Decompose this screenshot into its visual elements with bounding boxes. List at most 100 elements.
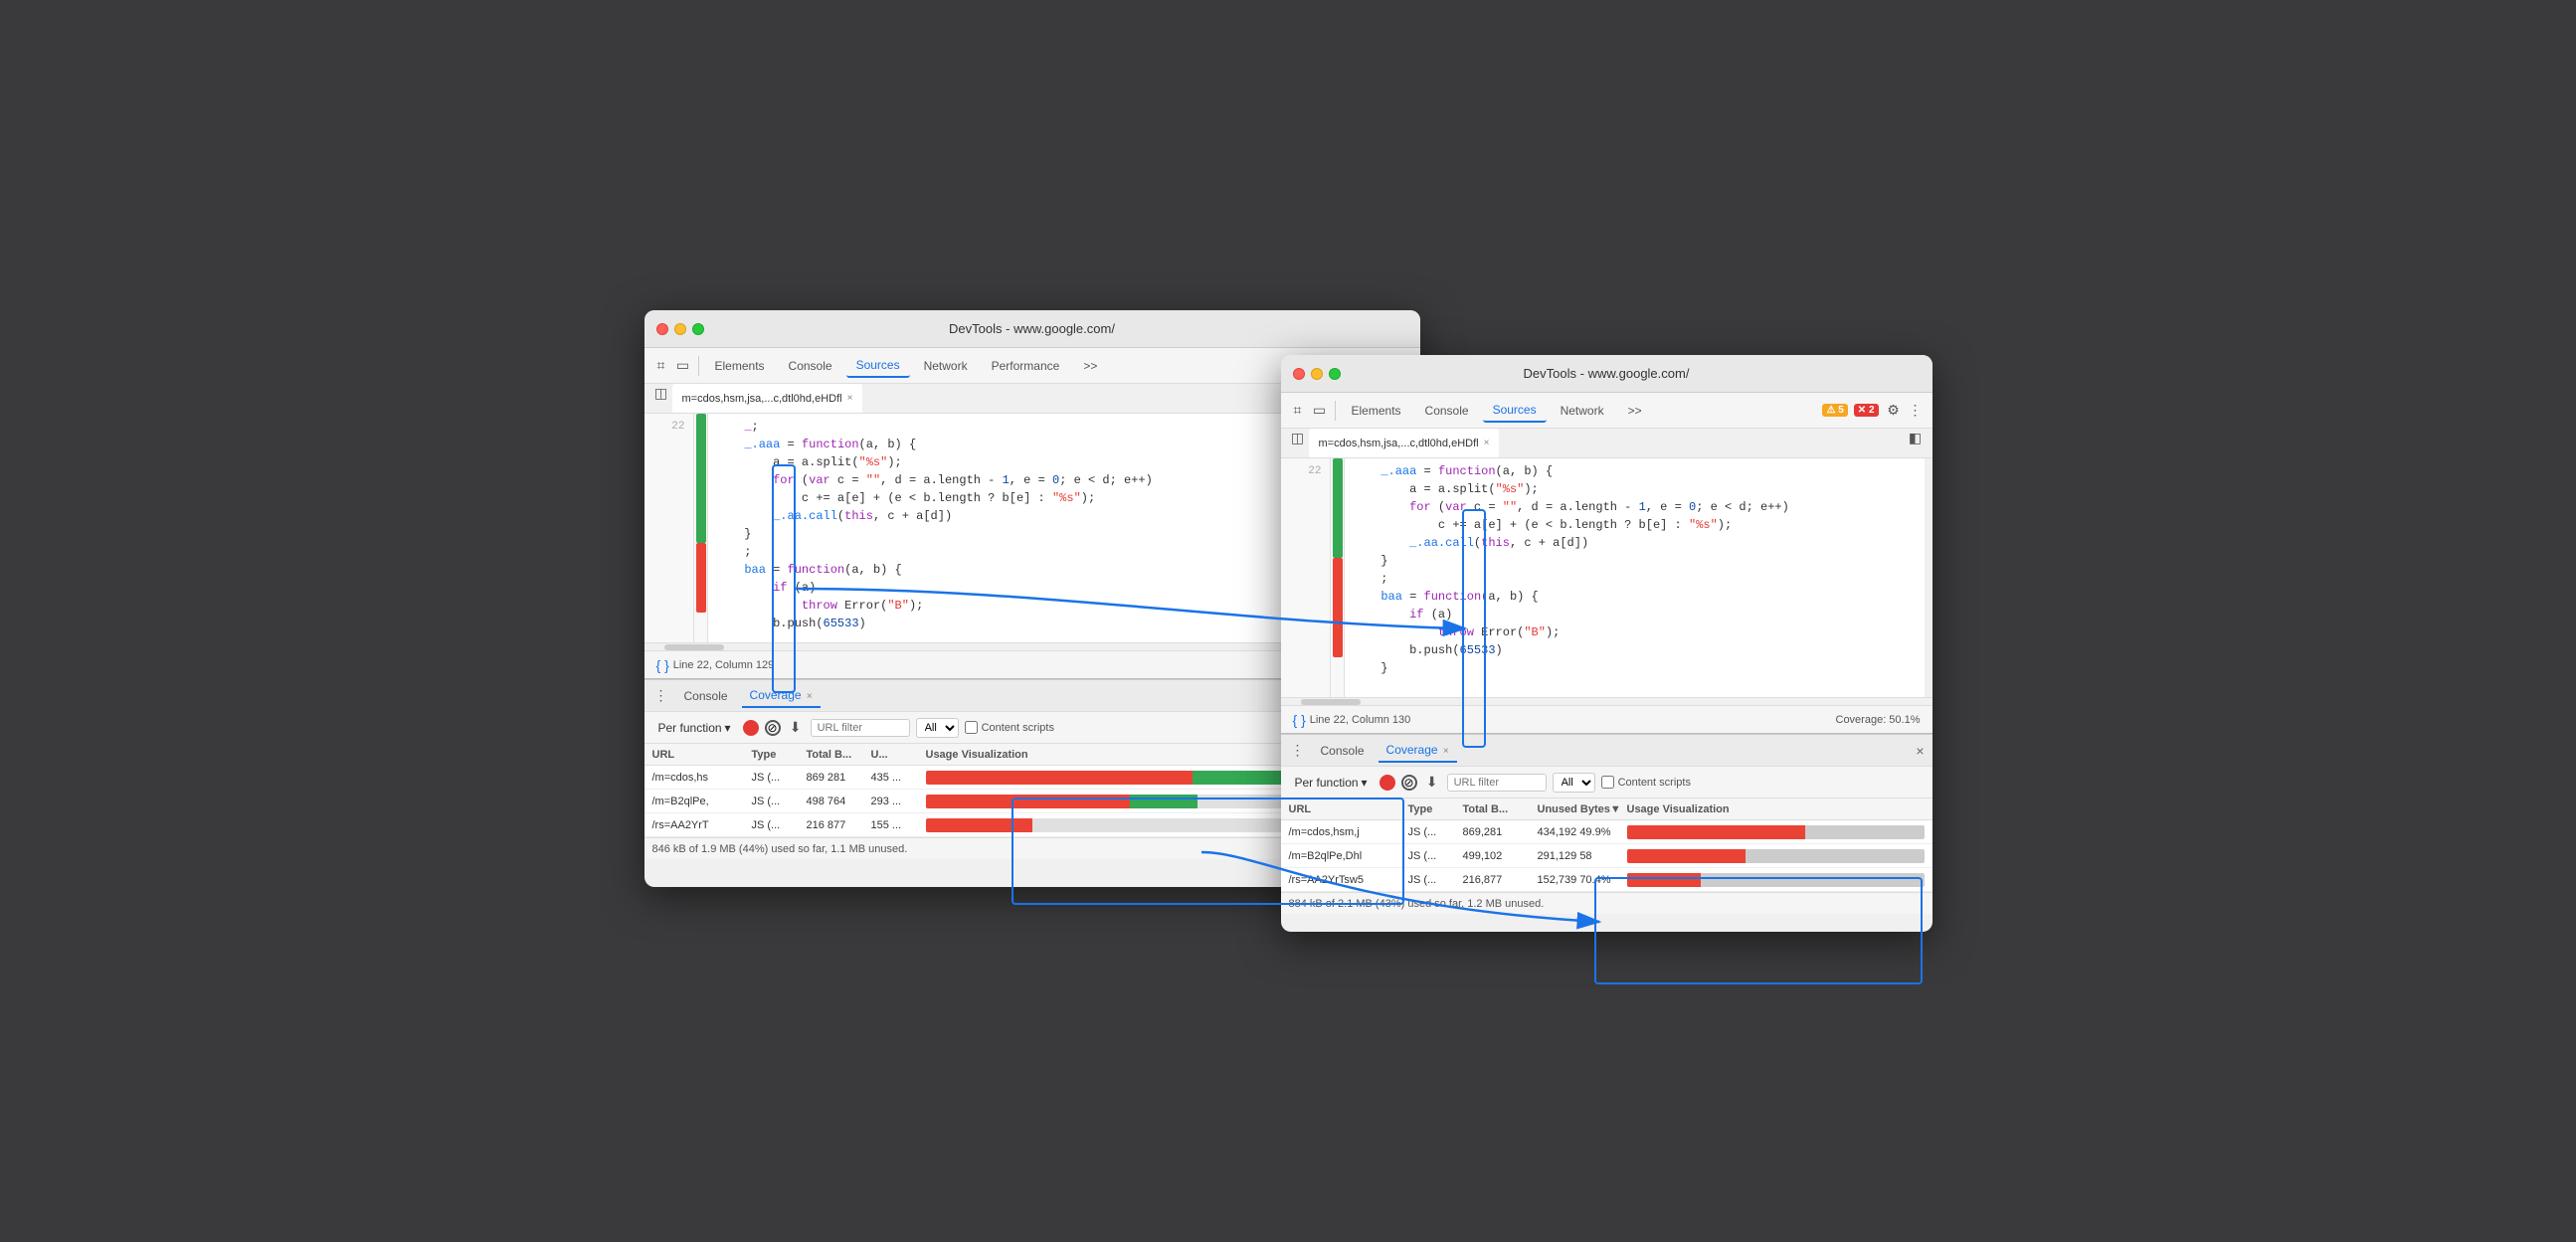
footer-status-right: 884 kB of 2.1 MB (43%) used so far, 1.2 … [1281, 892, 1932, 914]
line-num-blank8 [644, 561, 693, 579]
editor-scrollbar-right[interactable] [1281, 697, 1932, 705]
content-scripts-checkbox-right[interactable] [1601, 776, 1614, 789]
file-tab-close-right[interactable]: × [1484, 438, 1490, 448]
code-editor-right[interactable]: _.aaa = function(a, b) { a = a.split("%s… [1345, 458, 1925, 697]
panel-tab-coverage-right[interactable]: Coverage × [1379, 739, 1457, 763]
row2-total: 498 764 [807, 796, 871, 807]
row2-unused: 293 ... [871, 796, 926, 807]
line-num-blank10 [644, 597, 693, 615]
content-scripts-checkbox[interactable] [965, 721, 978, 734]
table-row-r1[interactable]: /m=cdos,hsm,j JS (... 869,281 434,192 49… [1281, 820, 1932, 844]
tab-network[interactable]: Network [914, 355, 978, 377]
record-button[interactable] [743, 720, 759, 736]
vertical-scrollbar-right[interactable] [1925, 458, 1932, 697]
sidebar-collapse-right[interactable]: ◧ [1907, 429, 1925, 446]
tab-console[interactable]: Console [779, 355, 842, 377]
close-button-right[interactable] [1293, 368, 1305, 380]
panel-close-button-right[interactable]: × [1916, 743, 1924, 759]
tab-console-right[interactable]: Console [1415, 400, 1479, 422]
row1-green [1193, 771, 1290, 785]
inspect-icon-right[interactable]: ⌗ [1289, 402, 1307, 420]
panel-menu-icon[interactable]: ⋮ [652, 687, 670, 705]
r2-total: 499,102 [1463, 850, 1538, 862]
url-filter-input[interactable] [811, 719, 910, 737]
all-select[interactable]: All [916, 718, 959, 738]
maximize-button-left[interactable] [692, 323, 704, 335]
bracket-icon-right: { } [1293, 712, 1306, 728]
inspect-icon[interactable]: ⌗ [652, 357, 670, 375]
col-type-r: Type [1408, 803, 1463, 815]
line-num-22-right: 22 [1281, 462, 1330, 480]
tab-sources[interactable]: Sources [846, 354, 910, 378]
clear-button-right[interactable]: ⊘ [1401, 775, 1417, 791]
tab-more-right[interactable]: >> [1618, 400, 1652, 422]
download-icon-right[interactable]: ⬇ [1423, 774, 1441, 792]
footer-text-left: 846 kB of 1.9 MB (44%) used so far, 1.1 … [652, 843, 908, 855]
file-tab-left[interactable]: m=cdos,hsm,jsa,...c,dtl0hd,eHDfl × [672, 384, 863, 413]
tab-performance[interactable]: Performance [982, 355, 1070, 377]
coverage-tab-close-right[interactable]: × [1443, 746, 1449, 757]
r3-total: 216,877 [1463, 874, 1538, 886]
titlebar-left: DevTools - www.google.com/ [644, 310, 1420, 348]
record-button-right[interactable] [1380, 775, 1395, 791]
tab-more[interactable]: >> [1073, 355, 1107, 377]
gear-icon-right[interactable]: ⚙ [1885, 402, 1903, 420]
sidebar-toggle-right[interactable]: ◫ [1289, 429, 1307, 446]
chevron-down-icon: ▾ [725, 721, 731, 735]
code-r-line-8: baa = function(a, b) { [1353, 588, 1917, 606]
minimize-button-left[interactable] [674, 323, 686, 335]
panel-tab-coverage[interactable]: Coverage × [742, 684, 821, 708]
device-icon[interactable]: ▭ [674, 357, 692, 375]
panel-menu-icon-right[interactable]: ⋮ [1289, 742, 1307, 760]
per-function-button-right[interactable]: Per function ▾ [1289, 774, 1374, 792]
file-tab-label-right: m=cdos,hsm,jsa,...c,dtl0hd,eHDfl [1319, 438, 1479, 449]
line-num-blank [644, 436, 693, 453]
line-num-blank2 [644, 453, 693, 471]
per-function-label: Per function [658, 721, 722, 735]
coverage-tab-close[interactable]: × [807, 691, 813, 702]
all-select-right[interactable]: All [1553, 773, 1595, 793]
window-title-right: DevTools - www.google.com/ [1524, 366, 1690, 381]
r3-unused: 152,739 70.4% [1538, 874, 1627, 886]
file-tabbar-right: ◫ m=cdos,hsm,jsa,...c,dtl0hd,eHDfl × ◧ [1281, 429, 1932, 458]
r1-type: JS (... [1408, 826, 1463, 838]
r1-total: 869,281 [1463, 826, 1538, 838]
r2-red [1627, 849, 1747, 863]
table-row-r2[interactable]: /m=B2qlPe,Dhl JS (... 499,102 291,129 58 [1281, 844, 1932, 868]
per-function-button[interactable]: Per function ▾ [652, 719, 737, 737]
tab-sources-right[interactable]: Sources [1483, 399, 1547, 423]
close-button-left[interactable] [656, 323, 668, 335]
device-icon-right[interactable]: ▭ [1311, 402, 1329, 420]
table-row-r3[interactable]: /rs=AA2YrTsw5 JS (... 216,877 152,739 70… [1281, 868, 1932, 892]
row1-type: JS (... [752, 772, 807, 784]
sidebar-toggle-left[interactable]: ◫ [652, 384, 670, 402]
url-filter-input-right[interactable] [1447, 774, 1547, 792]
panel-tab-console-right[interactable]: Console [1313, 740, 1373, 762]
tab-elements-right[interactable]: Elements [1342, 400, 1411, 422]
line-num-blank4 [644, 489, 693, 507]
row3-unused: 155 ... [871, 819, 926, 831]
minimize-button-right[interactable] [1311, 368, 1323, 380]
col-url-r: URL [1289, 803, 1408, 815]
clear-button[interactable]: ⊘ [765, 720, 781, 736]
row3-url: /rs=AA2YrT [652, 819, 752, 831]
tab-network-right[interactable]: Network [1551, 400, 1614, 422]
tab-elements[interactable]: Elements [705, 355, 775, 377]
content-scripts-label: Content scripts [965, 721, 1054, 734]
download-icon[interactable]: ⬇ [787, 719, 805, 737]
r3-vis [1627, 873, 1925, 887]
file-tab-right[interactable]: m=cdos,hsm,jsa,...c,dtl0hd,eHDfl × [1309, 429, 1500, 457]
devtools-window-right: DevTools - www.google.com/ ⌗ ▭ Elements … [1281, 355, 1932, 932]
maximize-button-right[interactable] [1329, 368, 1341, 380]
row2-green [1130, 795, 1197, 808]
coverage-red-bar-right [1333, 558, 1343, 657]
row1-total: 869 281 [807, 772, 871, 784]
chevron-down-icon-right: ▾ [1362, 776, 1368, 790]
row2-url: /m=B2qlPe, [652, 796, 752, 807]
traffic-lights-right [1293, 368, 1341, 380]
panel-tab-console[interactable]: Console [676, 685, 736, 707]
file-tab-close-left[interactable]: × [847, 393, 853, 404]
content-scripts-label-right: Content scripts [1601, 776, 1691, 789]
more-icon-right[interactable]: ⋮ [1907, 402, 1925, 420]
code-r-line-4: c += a[e] + (e < b.length ? b[e] : "%s")… [1353, 516, 1917, 534]
